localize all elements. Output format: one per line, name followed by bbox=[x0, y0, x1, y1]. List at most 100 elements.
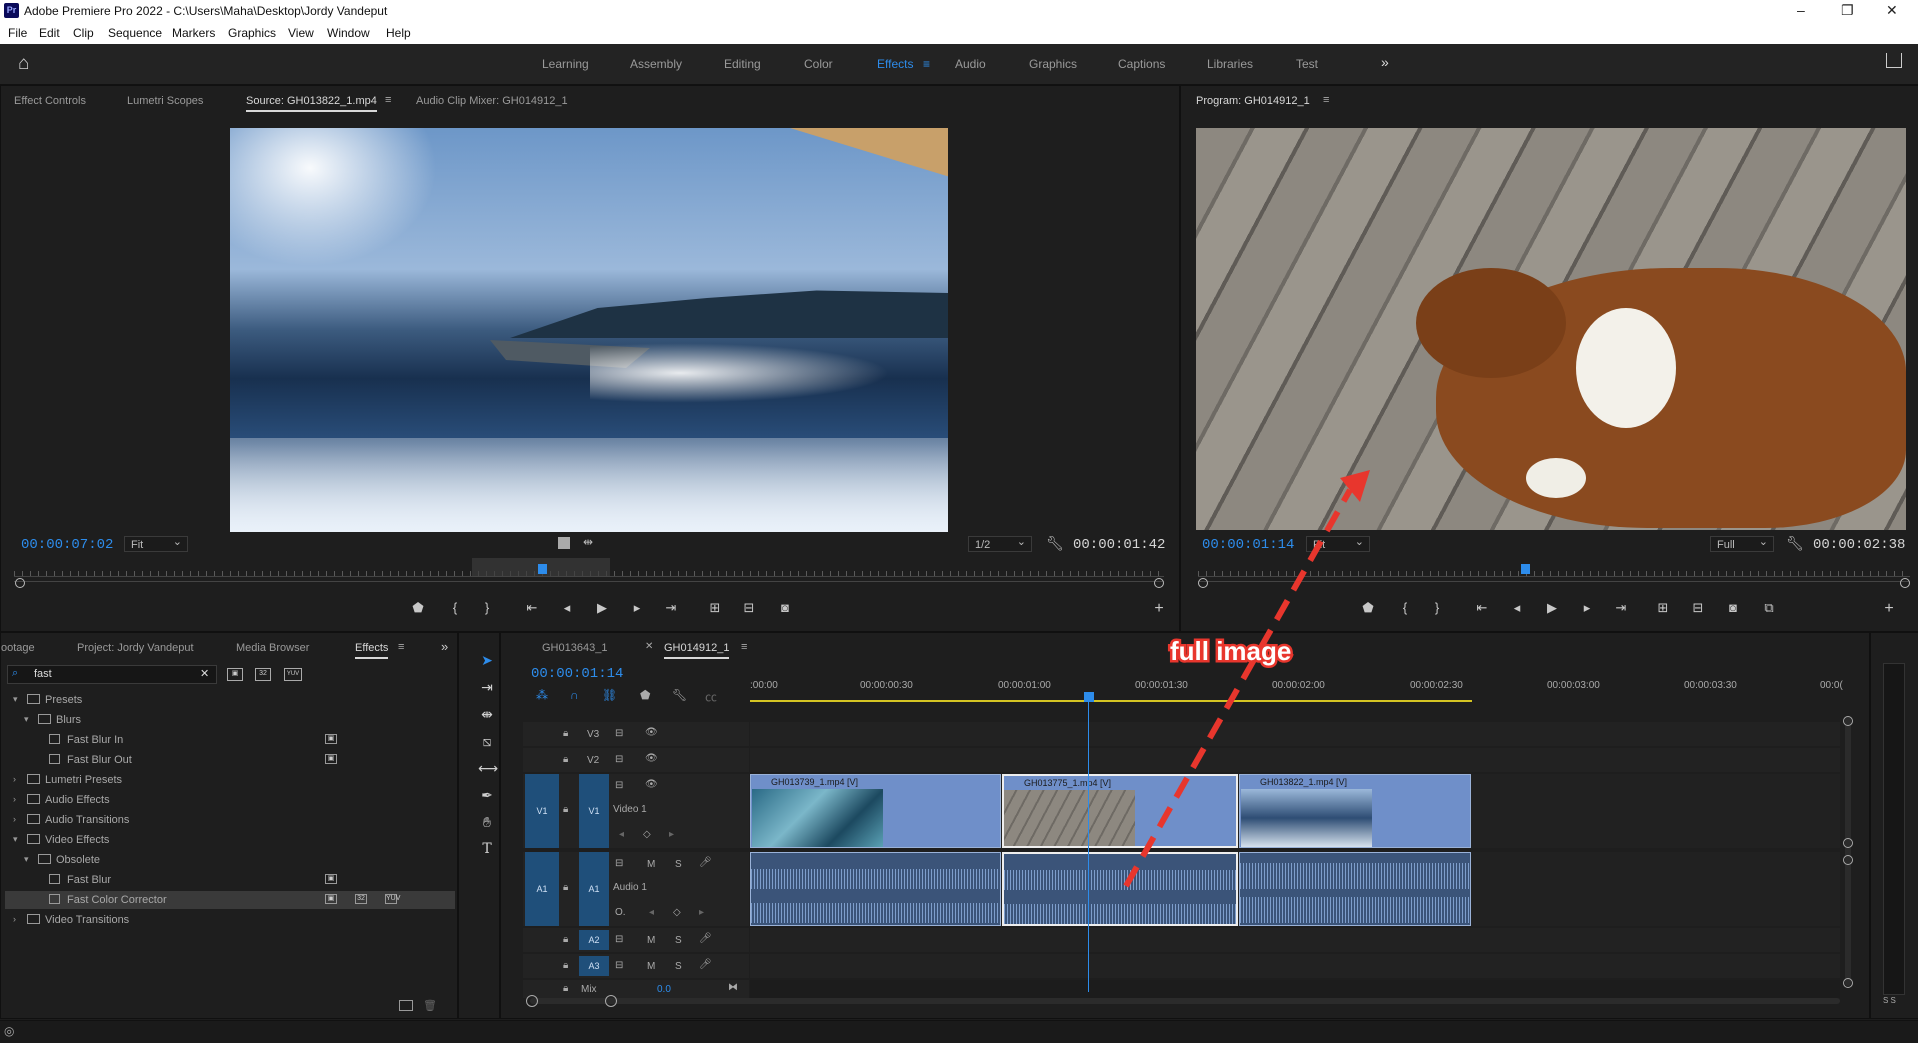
v1-prev-keyframe-icon[interactable]: ◂ bbox=[619, 829, 624, 840]
program-go-to-in-icon[interactable]: ⇤ bbox=[1472, 600, 1492, 616]
a1-volume-icon[interactable]: O. bbox=[615, 907, 626, 918]
video-clip-1[interactable]: GH013739_1.mp4 [V] bbox=[750, 774, 1001, 848]
timeline-zoom-start-handle[interactable] bbox=[526, 995, 538, 1007]
restore-button[interactable]: ❐ bbox=[1841, 2, 1854, 19]
a1-label[interactable]: A1 bbox=[579, 852, 609, 926]
menu-sequence[interactable]: Sequence bbox=[108, 26, 162, 40]
video-clip-3[interactable]: GH013822_1.mp4 [V] bbox=[1239, 774, 1471, 848]
timeline-zoom-end-handle[interactable] bbox=[605, 995, 617, 1007]
program-step-back-icon[interactable]: ◂ bbox=[1507, 600, 1527, 616]
clear-search-icon[interactable]: ✕ bbox=[200, 667, 209, 680]
add-marker-icon[interactable]: ⬟ bbox=[640, 688, 650, 702]
tab-audio-clip-mixer[interactable]: Audio Clip Mixer: GH014912_1 bbox=[416, 95, 568, 107]
a2-sync-icon[interactable]: ⊟ bbox=[615, 934, 623, 945]
pen-tool-icon[interactable]: ✒ bbox=[478, 787, 496, 804]
audio-clip-3[interactable] bbox=[1239, 852, 1471, 926]
effects-tree-item[interactable]: › Video Transitions bbox=[5, 911, 455, 929]
menu-clip[interactable]: Clip bbox=[73, 26, 94, 40]
v3-lock-icon[interactable]: 🔒︎ bbox=[563, 728, 568, 739]
audio-clip-2[interactable] bbox=[1002, 852, 1238, 926]
a2-label[interactable]: A2 bbox=[579, 930, 609, 950]
delete-icon[interactable]: 🗑︎ bbox=[423, 999, 437, 1012]
v-scroll-handle-2[interactable] bbox=[1843, 838, 1853, 848]
program-play-icon[interactable]: ▶ bbox=[1542, 600, 1562, 616]
expand-arrow-icon[interactable]: ▾ bbox=[24, 714, 29, 725]
timeline-vertical-scrollbar[interactable] bbox=[1845, 716, 1851, 986]
nest-icon[interactable]: ⁂ bbox=[536, 688, 548, 702]
lane-v2[interactable] bbox=[750, 748, 1840, 772]
minimize-button[interactable]: – bbox=[1797, 2, 1805, 18]
expand-arrow-icon[interactable]: › bbox=[13, 814, 16, 824]
v1-lock-icon[interactable]: 🔒︎ bbox=[563, 804, 568, 815]
effects-panel-menu-icon[interactable]: ≡ bbox=[398, 641, 404, 653]
workspace-assembly[interactable]: Assembly bbox=[630, 57, 682, 71]
workspace-editing[interactable]: Editing bbox=[724, 57, 761, 71]
effects-search-box[interactable]: ⌕ fast ✕ bbox=[7, 665, 217, 684]
a1-sync-icon[interactable]: ⊟ bbox=[615, 858, 623, 869]
workspace-libraries[interactable]: Libraries bbox=[1207, 57, 1253, 71]
source-step-forward-icon[interactable]: ▸ bbox=[627, 600, 647, 616]
source-safe-margins-icon[interactable] bbox=[558, 537, 570, 549]
v1-source-patch[interactable]: V1 bbox=[525, 774, 559, 848]
tab-sequence-1[interactable]: GH013643_1 bbox=[542, 642, 607, 654]
menu-view[interactable]: View bbox=[288, 26, 314, 40]
effects-tree-item[interactable]: ▾ Blurs bbox=[5, 711, 455, 729]
snap-icon[interactable]: ∩ bbox=[570, 688, 579, 702]
tab-sequence-2[interactable]: GH014912_1 bbox=[664, 642, 730, 659]
source-drag-video-icon[interactable]: ⇹ bbox=[583, 535, 593, 549]
a3-solo-button[interactable]: S bbox=[675, 961, 682, 972]
razor-tool-icon[interactable]: ⧅ bbox=[478, 733, 496, 750]
expand-arrow-icon[interactable]: › bbox=[13, 774, 16, 784]
timeline-settings-icon[interactable]: 🔧︎ bbox=[672, 688, 687, 702]
expand-arrow-icon[interactable]: ▾ bbox=[24, 854, 29, 865]
menu-graphics[interactable]: Graphics bbox=[228, 26, 276, 40]
source-go-to-in-icon[interactable]: ⇤ bbox=[522, 600, 542, 616]
v-scroll-handle-4[interactable] bbox=[1843, 978, 1853, 988]
a2-mute-button[interactable]: M bbox=[647, 935, 655, 946]
source-add-button-icon[interactable]: + bbox=[1149, 600, 1169, 618]
lane-v3[interactable] bbox=[750, 722, 1840, 746]
source-play-icon[interactable]: ▶ bbox=[592, 600, 612, 616]
expand-arrow-icon[interactable]: › bbox=[13, 794, 16, 804]
a1-solo-button[interactable]: S bbox=[675, 859, 682, 870]
program-zoom-start-handle[interactable] bbox=[1198, 578, 1208, 588]
v2-lock-icon[interactable]: 🔒︎ bbox=[563, 754, 568, 765]
effects-tree-item[interactable]: Fast Color Corrector ▣ 32 YUV bbox=[5, 891, 455, 909]
a2-lock-icon[interactable]: 🔒︎ bbox=[563, 934, 568, 945]
a1-source-patch[interactable]: A1 bbox=[525, 852, 559, 926]
a1-mute-button[interactable]: M bbox=[647, 859, 655, 870]
v1-add-keyframe-icon[interactable]: ◇ bbox=[643, 829, 651, 840]
type-tool-icon[interactable]: T bbox=[478, 841, 496, 857]
program-panel-menu-icon[interactable]: ≡ bbox=[1323, 94, 1329, 106]
workspace-color[interactable]: Color bbox=[804, 57, 833, 71]
workspace-menu-icon[interactable]: ≡ bbox=[923, 57, 930, 71]
tab-effects[interactable]: Effects bbox=[355, 642, 389, 659]
lane-a3[interactable] bbox=[750, 954, 1840, 978]
effects-search-input[interactable]: fast bbox=[34, 668, 52, 680]
menu-file[interactable]: File bbox=[8, 26, 27, 40]
workspace-more-icon[interactable]: » bbox=[1381, 54, 1389, 70]
workspace-learning[interactable]: Learning bbox=[542, 57, 589, 71]
source-go-to-out-icon[interactable]: ⇥ bbox=[661, 600, 681, 616]
workspace-audio[interactable]: Audio bbox=[955, 57, 986, 71]
panel-overflow-icon[interactable]: » bbox=[441, 639, 448, 654]
tab-source[interactable]: Source: GH013822_1.mp4 bbox=[246, 95, 377, 112]
source-fit-dropdown[interactable]: Fit bbox=[124, 534, 188, 552]
v2-sync-icon[interactable]: ⊟ bbox=[615, 754, 623, 765]
program-fit-dropdown[interactable]: Fit bbox=[1306, 534, 1370, 552]
a3-sync-icon[interactable]: ⊟ bbox=[615, 960, 623, 971]
yuv-effects-icon[interactable]: YUV bbox=[284, 668, 302, 681]
hand-tool-icon[interactable]: ✋︎ bbox=[478, 814, 496, 831]
program-mark-in-icon[interactable]: { bbox=[1395, 600, 1415, 615]
v1-sync-icon[interactable]: ⊟ bbox=[615, 780, 623, 791]
v2-eye-icon[interactable]: 👁︎ bbox=[645, 753, 658, 764]
program-playhead[interactable] bbox=[1521, 564, 1530, 574]
timeline-timecode[interactable]: 00:00:01:14 bbox=[531, 666, 623, 682]
a3-voiceover-mic-icon[interactable]: 🎤︎ bbox=[699, 959, 712, 970]
timeline-menu-icon[interactable]: ≡ bbox=[741, 641, 747, 653]
close-sequence-icon[interactable]: ✕ bbox=[645, 641, 653, 652]
a3-mute-button[interactable]: M bbox=[647, 961, 655, 972]
program-go-to-out-icon[interactable]: ⇥ bbox=[1611, 600, 1631, 616]
effects-tree-item[interactable]: Fast Blur Out ▣ bbox=[5, 751, 455, 769]
captions-icon[interactable]: ㏄ bbox=[705, 688, 717, 705]
